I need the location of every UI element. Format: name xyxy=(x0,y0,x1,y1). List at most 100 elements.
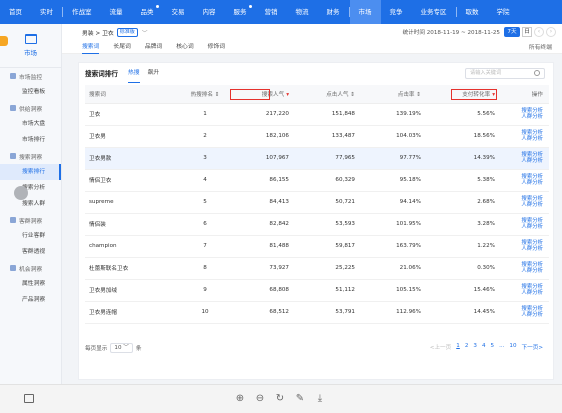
nav-item[interactable]: 交易 xyxy=(163,0,194,24)
sidebar-item[interactable]: 属性洞察 xyxy=(0,276,61,292)
nav-item[interactable]: 首页 xyxy=(0,0,31,24)
row-actions: 搜索分析 人群分析 xyxy=(501,213,549,236)
breadcrumb-path[interactable]: 男装 > 卫衣 xyxy=(82,28,114,37)
floating-assistant-button[interactable] xyxy=(14,186,28,200)
sidebar-item[interactable]: 市场大盘 xyxy=(0,116,61,132)
sidebar-item[interactable]: 监控看板 xyxy=(0,84,61,100)
main-content: 男装 > 卫衣 标准版 ﹀ 统计时间 2018-11-19 ~ 2018-11-… xyxy=(62,24,562,384)
search-icon[interactable] xyxy=(534,70,540,76)
nav-item[interactable]: 服务 xyxy=(225,0,256,24)
crowd-analysis-link[interactable]: 人群分析 xyxy=(505,136,543,143)
period-7day-button[interactable]: 7天 xyxy=(504,27,520,37)
sidebar-item[interactable]: 搜索排行 xyxy=(0,164,61,180)
sort-desc-icon[interactable]: ▾ xyxy=(286,92,289,98)
download-icon[interactable]: ⤓ xyxy=(313,392,327,406)
prev-page-link[interactable]: <上一页 xyxy=(430,343,451,351)
crowd-analysis-link[interactable]: 人群分析 xyxy=(505,158,543,165)
date-range: 统计时间 2018-11-19 ~ 2018-11-25 xyxy=(402,30,500,36)
page-number[interactable]: 5 xyxy=(491,343,495,351)
zoom-out-icon[interactable]: ⊖ xyxy=(253,392,267,406)
nav-item[interactable]: 作战室 xyxy=(63,0,101,24)
page-number[interactable]: 1 xyxy=(456,343,460,351)
group-icon xyxy=(10,73,16,79)
nav-item[interactable]: 营销 xyxy=(256,0,287,24)
next-period-icon[interactable]: › xyxy=(546,27,556,37)
table-cell: 卫衣男加绒 xyxy=(85,279,177,302)
table-row: 卫衣男款 3 107,967 77,965 97.77% 14.39% 搜索分析 人群分析 xyxy=(85,147,549,170)
page-number[interactable]: 3 xyxy=(473,343,477,351)
nav-item[interactable]: 业务专区 xyxy=(412,0,456,24)
sidebar-item[interactable]: 客群透视 xyxy=(0,244,61,260)
sort-icon[interactable]: ⇕ xyxy=(349,92,355,98)
nav-item[interactable]: 财务 xyxy=(318,0,349,24)
next-page-link[interactable]: 下一页> xyxy=(522,343,543,351)
keyword-search-input[interactable]: 请输入关键词 xyxy=(465,68,545,79)
nav-item[interactable]: 品类 xyxy=(132,0,163,24)
nav-item[interactable]: 市场 xyxy=(349,0,381,24)
monitor-icon[interactable] xyxy=(24,394,34,403)
chevron-down-icon[interactable]: ﹀ xyxy=(142,28,148,37)
column-header[interactable]: 热搜排名 ⇕ xyxy=(177,85,229,104)
sidebar-item[interactable]: 行业客群 xyxy=(0,228,61,244)
table-cell: 4 xyxy=(177,169,229,192)
nav-item[interactable]: 取数 xyxy=(457,0,488,24)
table-cell: 0.30% xyxy=(427,257,501,280)
sort-desc-icon[interactable]: ▾ xyxy=(492,92,495,98)
table-cell: 139.19% xyxy=(361,103,427,126)
breadcrumb: 男装 > 卫衣 标准版 ﹀ 统计时间 2018-11-19 ~ 2018-11-… xyxy=(62,24,562,40)
table-cell: 217,220 xyxy=(229,103,295,126)
table-cell: 51,112 xyxy=(295,279,361,302)
rotate-icon[interactable]: ↻ xyxy=(273,392,287,406)
crowd-analysis-link[interactable]: 人群分析 xyxy=(505,224,543,231)
crowd-analysis-link[interactable]: 人群分析 xyxy=(505,114,543,121)
table-cell: 卫衣 xyxy=(85,103,177,126)
new-dot-icon xyxy=(248,5,252,8)
table-cell: 94.14% xyxy=(361,191,427,214)
column-header[interactable]: 搜索人气 ▾ xyxy=(229,85,295,104)
table-cell: 10 xyxy=(177,301,229,324)
crowd-analysis-link[interactable]: 人群分析 xyxy=(505,312,543,319)
keyword-tab[interactable]: 修饰词 xyxy=(208,40,225,54)
nav-item[interactable]: 物流 xyxy=(287,0,318,24)
terminal-select[interactable]: 所有终端 xyxy=(529,42,552,51)
ranking-subtab[interactable]: 热搜 xyxy=(127,63,140,83)
crowd-analysis-link[interactable]: 人群分析 xyxy=(505,290,543,297)
column-header[interactable]: 支付转化率 ▾ xyxy=(427,85,501,104)
crowd-analysis-link[interactable]: 人群分析 xyxy=(505,180,543,187)
ranking-subtab[interactable]: 飙升 xyxy=(148,63,160,83)
sidebar-item[interactable]: 产品洞察 xyxy=(0,292,61,308)
nav-item[interactable]: 内容 xyxy=(194,0,225,24)
group-icon xyxy=(10,265,16,271)
keyword-tab[interactable]: 品牌词 xyxy=(145,40,162,54)
sort-icon[interactable]: ⇕ xyxy=(415,92,421,98)
sidebar-header[interactable]: 市场 xyxy=(0,24,61,68)
per-page-select[interactable]: 10 ﹀ xyxy=(110,343,133,353)
sidebar-item[interactable]: 搜索分析 xyxy=(0,180,61,196)
period-day-button[interactable]: 日 xyxy=(522,27,532,37)
column-header[interactable]: 点击人气 ⇕ xyxy=(295,85,361,104)
nav-item[interactable]: 竞争 xyxy=(381,0,412,24)
column-header[interactable]: 点击率 ⇕ xyxy=(361,85,427,104)
sidebar-item[interactable]: 搜索人群 xyxy=(0,196,61,212)
page-number[interactable]: 2 xyxy=(465,343,469,351)
page-number[interactable]: 10 xyxy=(509,343,516,351)
crowd-analysis-link[interactable]: 人群分析 xyxy=(505,246,543,253)
table-cell: 81,488 xyxy=(229,235,295,258)
page-number[interactable]: 4 xyxy=(482,343,486,351)
table-cell: 133,487 xyxy=(295,125,361,148)
table-body: 卫衣 1 217,220 151,848 139.19% 5.56% 搜索分析 人群分析 卫衣男… xyxy=(85,103,549,324)
keyword-tab[interactable]: 核心词 xyxy=(176,40,193,54)
crowd-analysis-link[interactable]: 人群分析 xyxy=(505,202,543,209)
nav-item[interactable]: 流量 xyxy=(101,0,132,24)
nav-item[interactable]: 学院 xyxy=(488,0,519,24)
sidebar-item[interactable]: 市场排行 xyxy=(0,132,61,148)
zoom-in-icon[interactable]: ⊕ xyxy=(233,392,247,406)
sort-icon[interactable]: ⇕ xyxy=(213,92,220,98)
keyword-tab[interactable]: 搜索词 xyxy=(82,40,100,54)
edit-icon[interactable]: ✎ xyxy=(293,392,307,406)
keyword-tab[interactable]: 长尾词 xyxy=(113,40,130,54)
prev-period-icon[interactable]: ‹ xyxy=(534,27,544,37)
crowd-analysis-link[interactable]: 人群分析 xyxy=(505,268,543,275)
table-row: 情侣装 6 82,842 53,593 101.95% 3.28% 搜索分析 人群分析 xyxy=(85,213,549,236)
nav-item[interactable]: 实时 xyxy=(31,0,62,24)
